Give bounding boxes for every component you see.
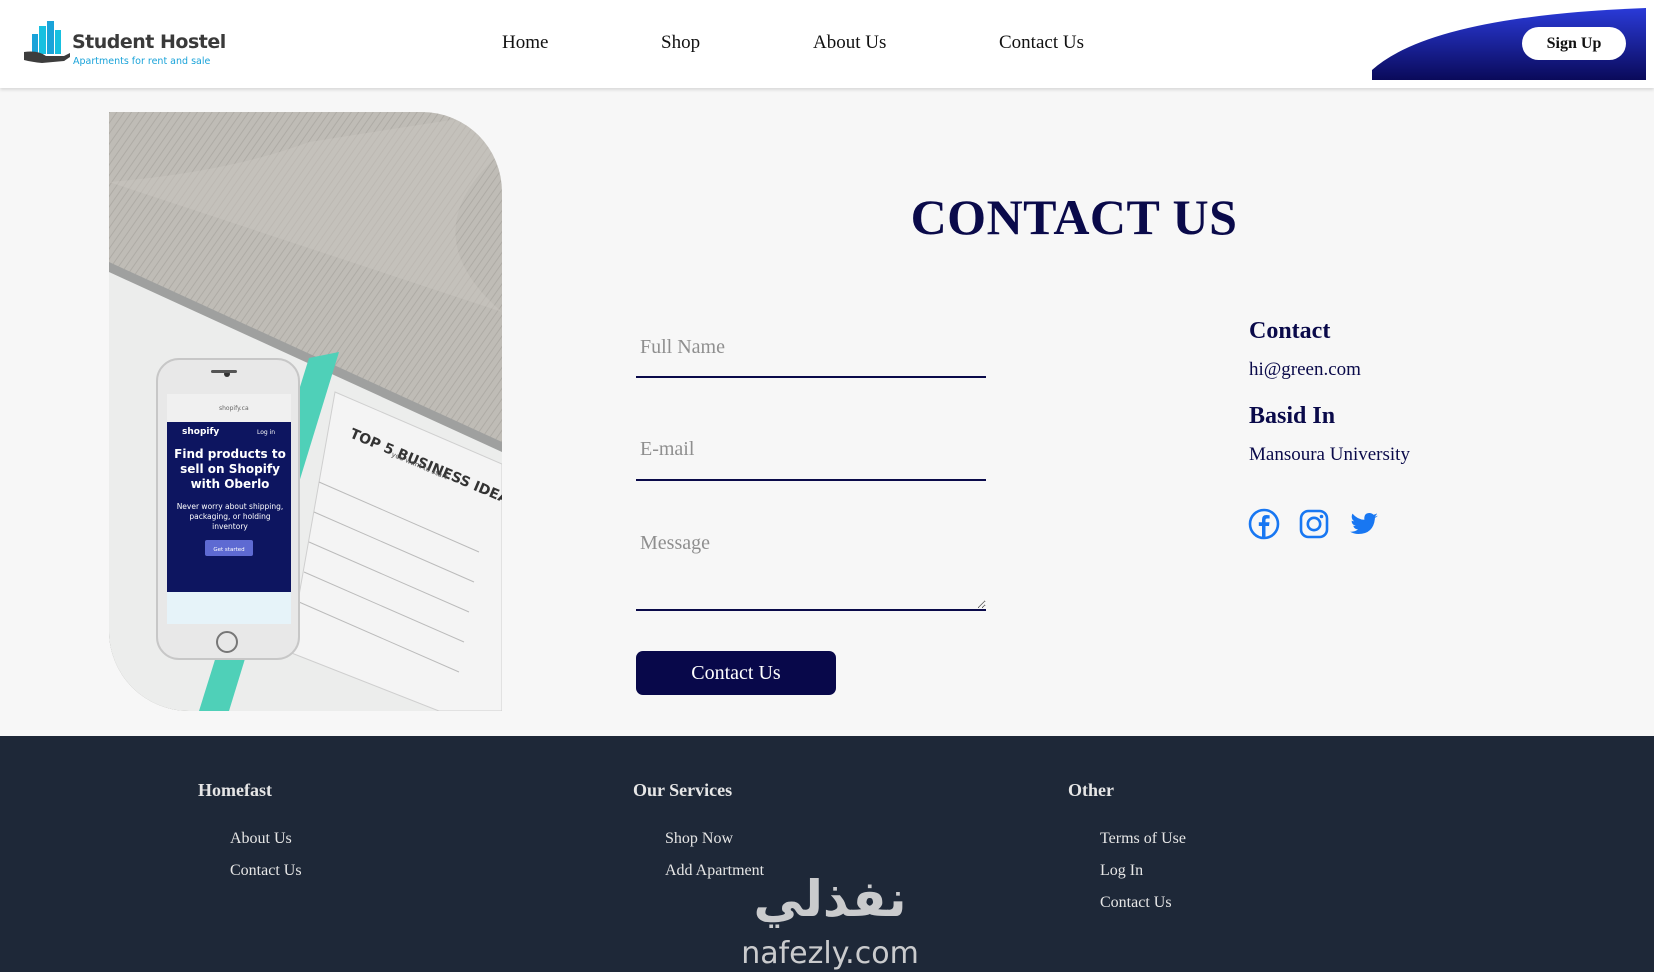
phone-headline: Find products to sell on Shopify with Ob… — [174, 447, 286, 491]
contact-email: hi@green.com — [1249, 359, 1361, 380]
message-textarea[interactable] — [636, 522, 986, 611]
phone-login: Log in — [257, 429, 275, 436]
email-input[interactable] — [636, 420, 986, 481]
signup-button[interactable]: Sign Up — [1522, 27, 1626, 60]
contact-heading: Contact — [1249, 318, 1331, 344]
nav-home[interactable]: Home — [502, 32, 548, 54]
watermark-arabic: نفذلي — [753, 870, 906, 928]
phone-notebook-photo: TOP 5 BUSINESS IDEAS you want to start s… — [109, 112, 502, 711]
nav-shop[interactable]: Shop — [661, 32, 700, 54]
contact-submit-button[interactable]: Contact Us — [636, 651, 836, 695]
contact-hero-image: TOP 5 BUSINESS IDEAS you want to start s… — [109, 112, 502, 711]
building-logo-icon — [24, 21, 70, 63]
footer-heading-other: Other — [1068, 780, 1114, 800]
footer-link-contact-us[interactable]: Contact Us — [230, 862, 302, 880]
footer-link-terms[interactable]: Terms of Use — [1100, 830, 1186, 848]
footer-link-about-us[interactable]: About Us — [230, 830, 292, 848]
phone-button: Get started — [213, 547, 244, 553]
footer-link-contact[interactable]: Contact Us — [1100, 894, 1172, 912]
top-header: Student Hostel Apartments for rent and s… — [0, 0, 1654, 88]
signup-area: Sign Up — [1372, 8, 1646, 80]
nav-about-us[interactable]: About Us — [813, 32, 886, 54]
footer-heading-homefast: Homefast — [198, 780, 272, 800]
twitter-icon[interactable] — [1348, 508, 1380, 540]
nav-contact-us[interactable]: Contact Us — [999, 32, 1084, 54]
logo[interactable]: Student Hostel Apartments for rent and s… — [24, 20, 226, 70]
phone-body: Never worry about shipping, packaging, o… — [176, 502, 284, 531]
watermark-latin: nafezly.com — [741, 936, 919, 971]
based-in-heading: Basid In — [1249, 403, 1336, 429]
phone-url: shopify.ca — [219, 405, 249, 412]
logo-subtitle: Apartments for rent and sale — [73, 56, 211, 67]
instagram-icon[interactable] — [1298, 508, 1330, 540]
facebook-icon[interactable] — [1248, 508, 1280, 540]
nafezly-watermark: نفذلي nafezly.com — [741, 870, 919, 971]
footer-link-shop-now[interactable]: Shop Now — [665, 830, 733, 848]
location-text: Mansoura University — [1249, 444, 1410, 465]
footer-heading-services: Our Services — [633, 780, 733, 800]
page-title: CONTACT US — [910, 189, 1238, 245]
logo-title: Student Hostel — [72, 31, 226, 53]
phone-brand: shopify — [182, 427, 219, 437]
full-name-input[interactable] — [636, 318, 986, 378]
footer-link-login[interactable]: Log In — [1100, 862, 1143, 880]
